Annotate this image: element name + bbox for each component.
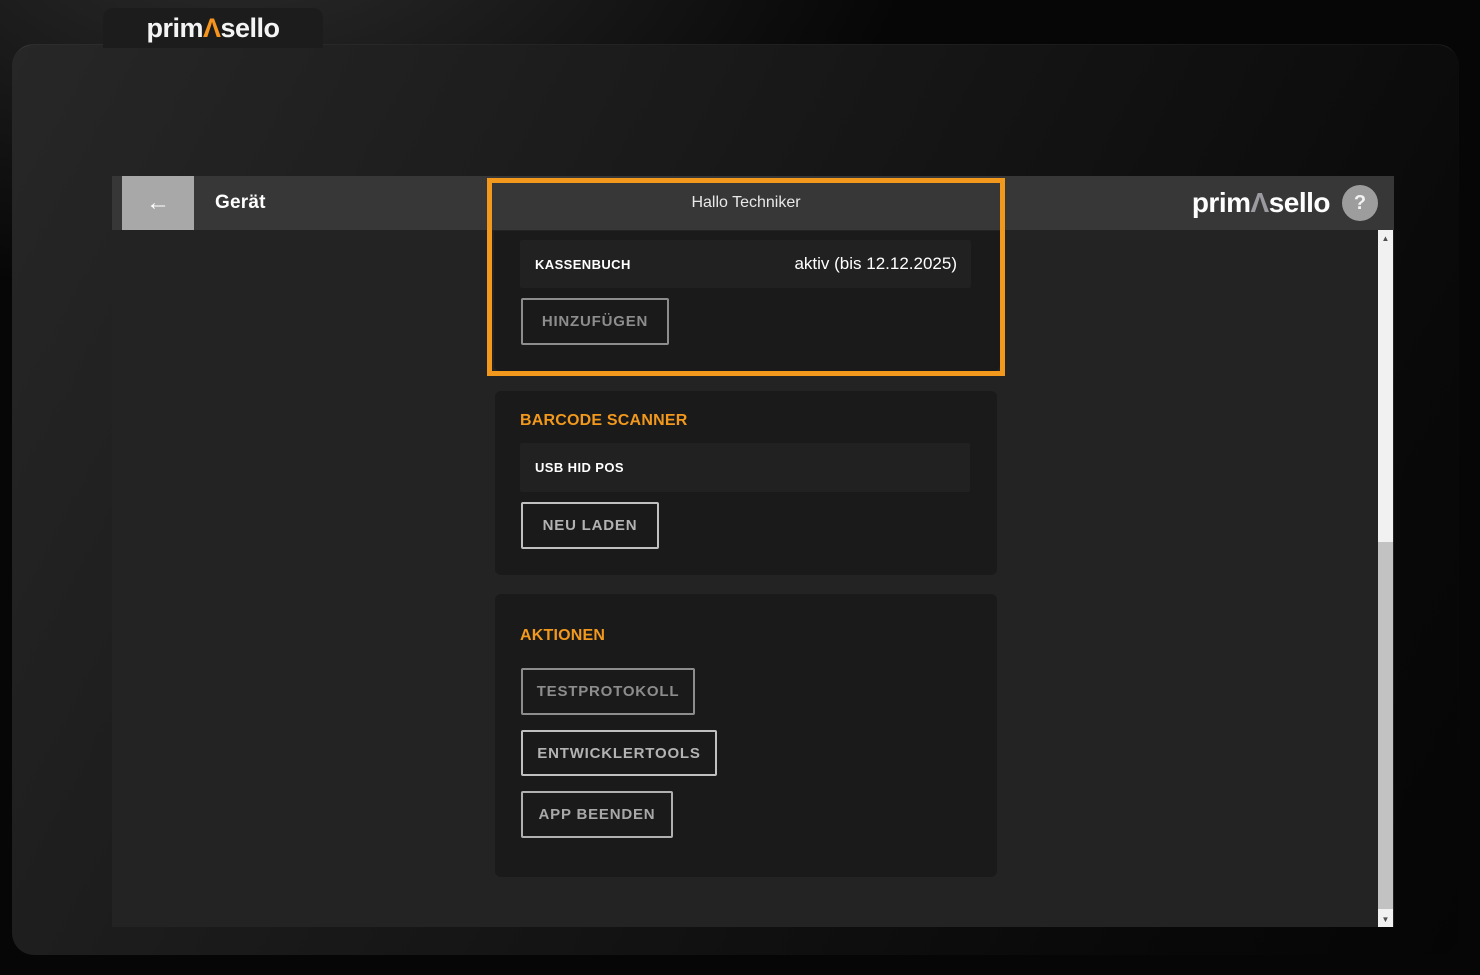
hinzufuegen-button[interactable]: HINZUFÜGEN	[521, 298, 669, 345]
primasello-logo-header: primΛsello	[1192, 187, 1330, 219]
app-tab[interactable]: primΛsello	[103, 8, 323, 48]
logo-text-left: prim	[146, 13, 203, 43]
header-right: primΛsello ?	[1192, 176, 1378, 230]
logo-lambda-icon: Λ	[1251, 187, 1269, 218]
barcode-device-label: USB HID POS	[535, 460, 624, 475]
greeting-text: Hallo Techniker	[487, 176, 1005, 230]
app-window: ← Gerät Hallo Techniker primΛsello ? KAS…	[12, 44, 1459, 955]
app-beenden-button[interactable]: APP BEENDEN	[521, 791, 673, 838]
logo-text-right: sello	[221, 13, 280, 43]
testprotokoll-button[interactable]: TESTPROTOKOLL	[521, 668, 695, 715]
kassenbuch-status: aktiv (bis 12.12.2025)	[794, 254, 957, 274]
scroll-up-button[interactable]: ▲	[1378, 230, 1393, 246]
logo-text-left: prim	[1192, 187, 1251, 218]
logo-text-right: sello	[1269, 187, 1330, 218]
barcode-scanner-title: BARCODE SCANNER	[520, 412, 687, 430]
kassenbuch-card: KASSENBUCH aktiv (bis 12.12.2025) HINZUF…	[494, 231, 1000, 371]
app-header: ← Gerät Hallo Techniker primΛsello ?	[112, 176, 1394, 230]
primasello-logo: primΛsello	[146, 13, 279, 44]
kassenbuch-label: KASSENBUCH	[535, 257, 631, 272]
help-button[interactable]: ?	[1342, 185, 1378, 221]
triangle-up-icon: ▲	[1382, 234, 1390, 243]
triangle-down-icon: ▼	[1382, 915, 1390, 924]
device-settings-view: ← Gerät Hallo Techniker primΛsello ? KAS…	[112, 176, 1394, 927]
screen: primΛsello ← Gerät Hallo Techniker primΛ…	[0, 0, 1480, 975]
vertical-scrollbar[interactable]: ▲ ▼	[1378, 230, 1393, 927]
logo-lambda-icon: Λ	[203, 13, 221, 43]
question-mark-icon: ?	[1354, 192, 1366, 215]
back-arrow-icon: ←	[146, 189, 170, 217]
actions-card: AKTIONEN TESTPROTOKOLL ENTWICKLERTOOLS A…	[495, 594, 997, 877]
actions-title: AKTIONEN	[520, 627, 605, 645]
kassenbuch-row: KASSENBUCH aktiv (bis 12.12.2025)	[520, 240, 971, 288]
barcode-scanner-card: BARCODE SCANNER USB HID POS NEU LADEN	[495, 391, 997, 575]
scrollbar-thumb[interactable]	[1378, 542, 1393, 909]
neu-laden-button[interactable]: NEU LADEN	[521, 502, 659, 549]
barcode-scanner-row: USB HID POS	[520, 443, 970, 492]
entwicklertools-button[interactable]: ENTWICKLERTOOLS	[521, 730, 717, 776]
scroll-down-button[interactable]: ▼	[1378, 911, 1393, 927]
back-button[interactable]: ←	[122, 176, 194, 230]
page-title: Gerät	[215, 176, 266, 230]
